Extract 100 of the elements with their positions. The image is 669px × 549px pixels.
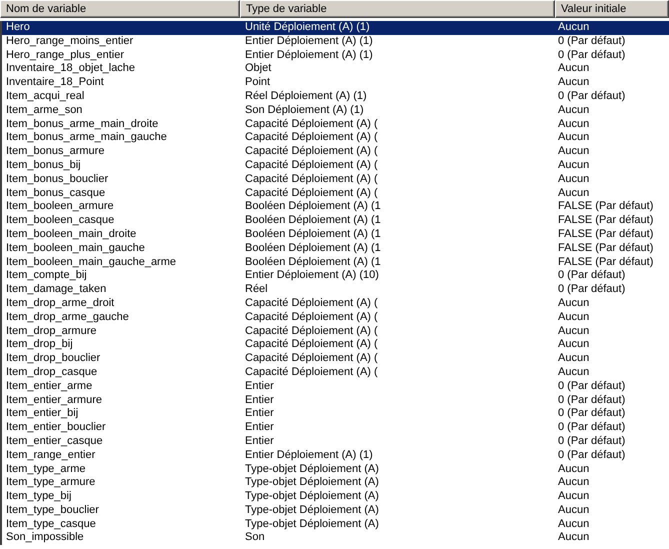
variable-type: Booléen Déploiement (A) (1 [244,228,382,242]
table-row[interactable]: Hero_range_plus_entier Entier Déploiement (A) (1) 0 (Par défaut) [2,48,669,62]
variable-name: Item_entier_casque [5,434,104,449]
variable-type: Capacité Déploiement (A) ( [244,131,379,146]
table-row[interactable]: Son_impossible Son Aucun [2,531,669,546]
table-row[interactable]: Inventaire_18_Point Point Aucun [2,76,669,90]
variable-type: Entier [244,394,275,408]
table-row[interactable]: Item_drop_bouclier Capacité Déploiement (A) ( Aucun [2,352,669,366]
variable-name: Item_booleen_main_gauche [5,242,146,256]
variable-type: Entier [244,434,275,449]
table-row[interactable]: Item_arme_son Son Déploiement (A) (1) Aucun [2,104,669,118]
variable-type: Capacité Déploiement (A) ( [244,158,379,173]
variable-type: Type-objet Déploiement (A) [244,490,380,504]
table-row[interactable]: Item_acqui_real Réel Déploiement (A) (1) 0 (Par défaut) [2,90,669,104]
table-row[interactable]: Item_bonus_arme_main_gauche Capacité Déploiement (A) ( Aucun [2,131,669,146]
variable-name: Item_drop_bij [5,338,74,352]
variable-type: Entier Déploiement (A) (1) [244,48,374,62]
initial-value: Aucun [557,518,590,532]
initial-value: 0 (Par défaut) [557,421,626,435]
initial-value: FALSE (Par défaut) [557,256,654,270]
variable-name: Item_damage_taken [5,283,108,297]
variable-name: Inventaire_18_objet_lache [5,62,136,76]
variable-type: Capacité Déploiement (A) ( [244,145,379,159]
table-row[interactable]: Item_entier_armure Entier 0 (Par défaut) [2,394,669,408]
variable-name: Hero_range_moins_entier [5,34,134,49]
table-row[interactable]: Item_booleen_main_gauche_arme Booléen Déploiement (A) (1 FALSE (Par défaut) [2,256,669,270]
table-row[interactable]: Hero_range_moins_entier Entier Déploiement (A) (1) 0 (Par défaut) [2,34,669,49]
variable-type: Son [244,531,266,546]
variable-type: Point [244,76,272,90]
initial-value: 0 (Par défaut) [557,394,626,408]
variable-name: Item_bonus_armure [5,145,106,159]
table-row[interactable]: Item_type_bouclier Type-objet Déploiement (A) Aucun [2,504,669,518]
variable-name: Item_range_entier [5,448,96,462]
table-row[interactable]: Item_type_armure Type-objet Déploiement (A) Aucun [2,476,669,490]
initial-value: Aucun [557,310,590,325]
initial-value: Aucun [557,352,590,366]
table-row[interactable]: Item_booleen_main_droite Booléen Déploiement (A) (1 FALSE (Par défaut) [2,228,669,242]
variable-name: Item_bonus_bij [5,158,82,173]
variable-type: Entier Déploiement (A) (10) [244,269,380,284]
table-row[interactable]: Item_damage_taken Réel 0 (Par défaut) [2,283,669,297]
table-row[interactable]: Item_drop_arme_gauche Capacité Déploiement (A) ( Aucun [2,310,669,325]
initial-value: 0 (Par défaut) [557,90,626,104]
table-row[interactable]: Item_entier_casque Entier 0 (Par défaut) [2,434,669,449]
variable-name: Item_bonus_arme_main_droite [5,118,160,132]
table-row[interactable]: Item_bonus_armure Capacité Déploiement (A) ( Aucun [2,145,669,159]
column-header[interactable]: Valeur initiale [555,0,669,18]
variable-name: Item_drop_arme_gauche [5,310,130,325]
variable-name: Item_drop_armure [5,324,98,338]
variable-name: Item_type_armure [5,476,96,490]
table-row[interactable]: Item_booleen_casque Booléen Déploiement (A) (1 FALSE (Par défaut) [2,214,669,228]
variable-type: Capacité Déploiement (A) ( [244,338,379,352]
table-row[interactable]: Item_bonus_arme_main_droite Capacité Déploiement (A) ( Aucun [2,118,669,132]
table-row[interactable]: Item_drop_casque Capacité Déploiement (A) ( Aucun [2,366,669,380]
variable-name: Item_compte_bij [5,269,88,284]
variable-name: Item_bonus_arme_main_gauche [5,131,168,146]
initial-value: Aucun [557,62,590,76]
variable-name: Item_booleen_casque [5,214,116,228]
variable-type: Entier Déploiement (A) (1) [244,448,374,462]
table-row[interactable]: Hero Unité Déploiement (A) (1) Aucun [2,21,669,35]
column-header[interactable]: Type de variable [240,0,555,18]
table-row[interactable]: Item_type_arme Type-objet Déploiement (A) Aucun [2,462,669,476]
variable-name: Hero_range_plus_entier [5,48,126,62]
variable-name: Item_type_bij [5,490,72,504]
variable-name: Item_drop_casque [5,366,98,380]
variable-type: Capacité Déploiement (A) ( [244,352,379,366]
initial-value: Aucun [557,21,590,35]
initial-value: Aucun [557,504,590,518]
table-row[interactable]: Item_bonus_casque Capacité Déploiement (A) ( Aucun [2,186,669,200]
variable-type: Type-objet Déploiement (A) [244,462,380,476]
table-row[interactable]: Item_range_entier Entier Déploiement (A) (1) 0 (Par défaut) [2,448,669,462]
variable-name: Item_bonus_bouclier [5,172,110,187]
initial-value: Aucun [557,186,590,200]
column-header[interactable]: Nom de variable [0,0,240,18]
table-row[interactable]: Item_booleen_armure Booléen Déploiement (A) (1 FALSE (Par défaut) [2,200,669,214]
variable-name: Hero [5,21,31,35]
table-row[interactable]: Item_drop_bij Capacité Déploiement (A) ( Aucun [2,338,669,352]
table-row[interactable]: Item_type_casque Type-objet Déploiement (A) Aucun [2,518,669,532]
variable-type: Booléen Déploiement (A) (1 [244,200,382,214]
initial-value: Aucun [557,131,590,146]
initial-value: Aucun [557,476,590,490]
variable-name: Item_booleen_main_droite [5,228,138,242]
table-row[interactable]: Item_type_bij Type-objet Déploiement (A) Aucun [2,490,669,504]
table-row[interactable]: Inventaire_18_objet_lache Objet Aucun [2,62,669,76]
variable-type: Type-objet Déploiement (A) [244,518,380,532]
table-row[interactable]: Item_bonus_bouclier Capacité Déploiement (A) ( Aucun [2,172,669,187]
initial-value: FALSE (Par défaut) [557,228,654,242]
initial-value: Aucun [557,490,590,504]
initial-value: Aucun [557,338,590,352]
table-row[interactable]: Item_entier_bouclier Entier 0 (Par défaut) [2,421,669,435]
table-row[interactable]: Item_entier_arme Entier 0 (Par défaut) [2,380,669,394]
table-row[interactable]: Item_drop_arme_droit Capacité Déploiement (A) ( Aucun [2,296,669,311]
initial-value: Aucun [557,296,590,311]
initial-value: Aucun [557,366,590,380]
table-row[interactable]: Item_bonus_bij Capacité Déploiement (A) ( Aucun [2,158,669,173]
table-row[interactable]: Item_entier_bij Entier 0 (Par défaut) [2,407,669,422]
table-row[interactable]: Item_booleen_main_gauche Booléen Déploiement (A) (1 FALSE (Par défaut) [2,242,669,256]
initial-value: Aucun [557,158,590,173]
table-row[interactable]: Item_compte_bij Entier Déploiement (A) (10) 0 (Par défaut) [2,269,669,284]
table-row[interactable]: Item_drop_armure Capacité Déploiement (A) ( Aucun [2,324,669,338]
variable-type: Réel [244,283,269,297]
